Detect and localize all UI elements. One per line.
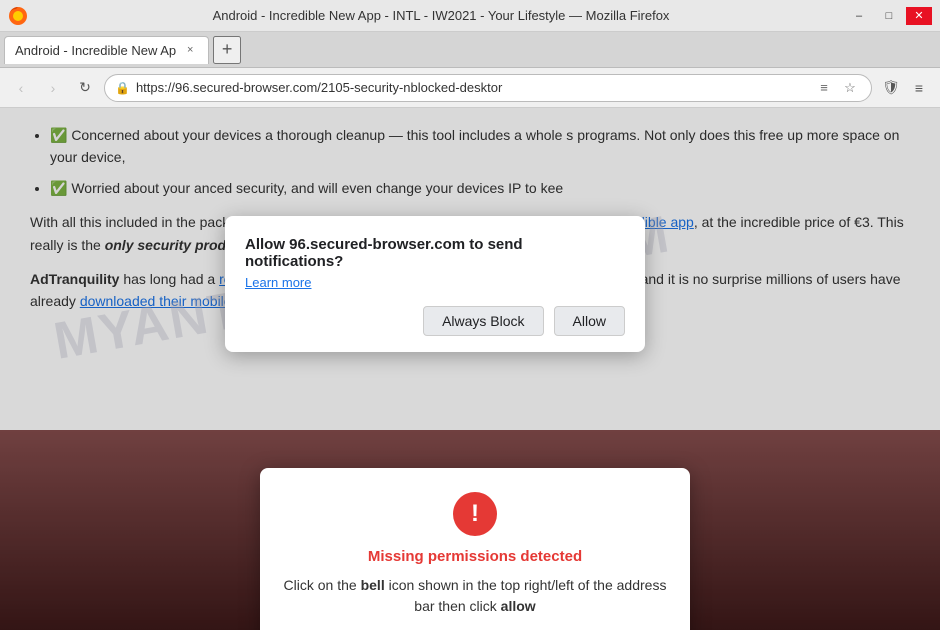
close-button[interactable]: ✕ xyxy=(906,7,932,25)
reload-button[interactable]: ↻ xyxy=(72,75,98,101)
address-bar: ‹ › ↻ 🔒 https://96.secured-browser.com/2… xyxy=(0,68,940,108)
tab-bar: Android - Incredible New Ap × + xyxy=(0,32,940,68)
window-title: Android - Incredible New App - INTL - IW… xyxy=(36,8,846,23)
notif-dialog-actions: Always Block Allow xyxy=(245,306,625,336)
notification-dialog: Allow 96.secured-browser.com to send not… xyxy=(225,216,645,352)
window-controls: – □ ✕ xyxy=(846,7,932,25)
active-tab[interactable]: Android - Incredible New Ap × xyxy=(4,36,209,64)
maximize-button[interactable]: □ xyxy=(876,7,902,25)
popup-title: Missing permissions detected xyxy=(280,548,670,565)
extensions-button[interactable]: 🛡 xyxy=(878,75,904,101)
popup-allow-word: allow xyxy=(501,598,536,614)
url-text: https://96.secured-browser.com/2105-secu… xyxy=(136,80,807,95)
learn-more-link[interactable]: Learn more xyxy=(245,275,311,290)
allow-button[interactable]: Allow xyxy=(554,306,625,336)
back-button[interactable]: ‹ xyxy=(8,75,34,101)
page-content: ✅ Concerned about your devices a thoroug… xyxy=(0,108,940,630)
alert-icon: ! xyxy=(453,492,497,536)
firefox-icon xyxy=(8,6,28,26)
permissions-popup: ! Missing permissions detected Click on … xyxy=(260,468,690,630)
notif-dialog-title: Allow 96.secured-browser.com to send not… xyxy=(245,236,625,270)
toolbar-right: 🛡 ≡ xyxy=(878,75,932,101)
tab-label: Android - Incredible New Ap xyxy=(15,43,176,58)
tab-close-button[interactable]: × xyxy=(182,42,198,58)
url-actions: ≡ ☆ xyxy=(813,77,861,99)
new-tab-button[interactable]: + xyxy=(213,36,241,64)
popup-bell-word: bell xyxy=(361,577,385,593)
minimize-button[interactable]: – xyxy=(846,7,872,25)
bookmark-button[interactable]: ☆ xyxy=(839,77,861,99)
lock-icon: 🔒 xyxy=(115,81,130,95)
title-bar: Android - Incredible New App - INTL - IW… xyxy=(0,0,940,32)
more-button[interactable]: ≡ xyxy=(906,75,932,101)
reader-view-button[interactable]: ≡ xyxy=(813,77,835,99)
forward-button[interactable]: › xyxy=(40,75,66,101)
popup-text: Click on the bell icon shown in the top … xyxy=(280,575,670,617)
popup-line1: Click on the xyxy=(284,577,357,593)
always-block-button[interactable]: Always Block xyxy=(423,306,543,336)
url-bar[interactable]: 🔒 https://96.secured-browser.com/2105-se… xyxy=(104,74,872,102)
